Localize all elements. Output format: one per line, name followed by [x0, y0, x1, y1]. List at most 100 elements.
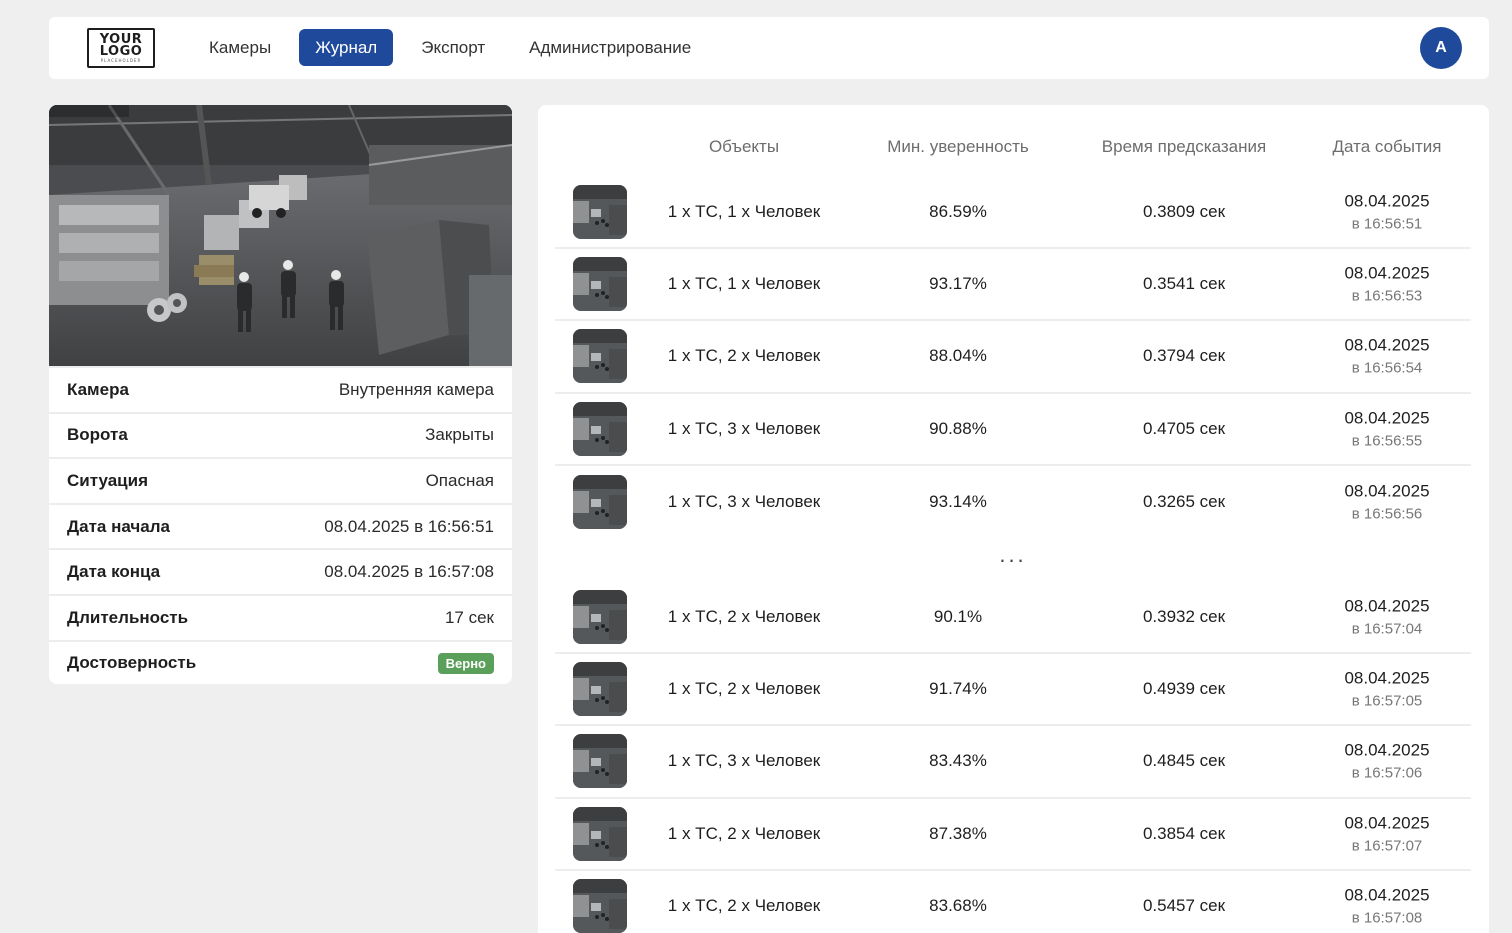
table-row[interactable]: 1 х ТС, 1 х Человек 93.17% 0.3541 сек 08.04… — [555, 249, 1471, 322]
table-row[interactable]: 1 х ТС, 3 х Человек 90.88% 0.4705 сек 08.04… — [555, 394, 1471, 466]
detection-thumbnail[interactable] — [573, 806, 627, 861]
logo-line-2: LOGO — [99, 44, 143, 59]
column-header-prediction-time[interactable]: Время предсказания — [1102, 137, 1266, 157]
event-date: 08.04.2025 — [1344, 596, 1430, 616]
cell-confidence: 91.74% — [929, 679, 987, 699]
detection-thumbnail[interactable] — [573, 590, 627, 645]
top-navbar: YOUR LOGO PLACEHOLDER Камеры Журнал Эксп… — [49, 17, 1489, 79]
info-row-situation: Ситуация Опасная — [49, 457, 512, 503]
table-ellipsis: ... — [555, 538, 1471, 582]
table-row[interactable]: 1 х ТС, 2 х Человек 91.74% 0.4939 сек 08.04… — [555, 654, 1471, 727]
info-value: Внутренняя камера — [338, 379, 494, 399]
cell-prediction-time: 0.4705 сек — [1142, 418, 1226, 438]
cell-event-date: 08.04.2025 в 16:56:56 — [1344, 481, 1429, 522]
event-time: в 16:56:54 — [1351, 359, 1423, 377]
info-label: Дата начала — [67, 516, 170, 536]
info-value: 08.04.2025 в 16:56:51 — [324, 516, 494, 536]
event-time: в 16:57:08 — [1351, 909, 1423, 927]
table-row[interactable]: 1 х ТС, 3 х Человек 93.14% 0.3265 сек 08.04… — [555, 466, 1471, 538]
logo[interactable]: YOUR LOGO PLACEHOLDER — [87, 28, 155, 68]
cell-objects: 1 х ТС, 2 х Человек — [667, 346, 821, 366]
cell-prediction-time: 0.3854 сек — [1142, 823, 1226, 843]
nav-item-export[interactable]: Экспорт — [405, 29, 501, 66]
event-date: 08.04.2025 — [1344, 740, 1430, 760]
event-date: 08.04.2025 — [1344, 408, 1430, 428]
user-avatar[interactable]: A — [1420, 27, 1462, 69]
info-row-end-date: Дата конца 08.04.2025 в 16:57:08 — [49, 548, 512, 594]
table-body: 1 х ТС, 1 х Человек 86.59% 0.3809 сек 08.04… — [555, 177, 1471, 933]
info-label: Камера — [67, 379, 129, 399]
detection-thumbnail[interactable] — [573, 474, 627, 529]
info-row-reliability: Достоверность Верно — [49, 639, 512, 684]
table-row[interactable]: 1 х ТС, 2 х Человек 83.68% 0.5457 сек 08.04… — [555, 871, 1471, 933]
cell-confidence: 88.04% — [929, 346, 987, 366]
camera-snapshot — [49, 105, 512, 366]
detection-thumbnail[interactable] — [573, 257, 627, 312]
cell-confidence: 93.14% — [929, 491, 987, 511]
cell-event-date: 08.04.2025 в 16:57:06 — [1344, 741, 1429, 782]
nav-item-admin[interactable]: Администрирование — [513, 29, 707, 66]
detection-thumbnail[interactable] — [573, 185, 627, 240]
cell-confidence: 90.1% — [933, 607, 983, 627]
cell-event-date: 08.04.2025 в 16:57:04 — [1344, 597, 1429, 638]
event-time: в 16:57:07 — [1351, 837, 1423, 855]
info-row-duration: Длительность 17 сек — [49, 593, 512, 640]
cell-prediction-time: 0.3932 сек — [1142, 607, 1226, 627]
cell-objects: 1 х ТС, 1 х Человек — [667, 202, 821, 222]
cell-prediction-time: 0.3541 сек — [1142, 274, 1226, 294]
column-header-objects[interactable]: Объекты — [709, 137, 779, 157]
cell-prediction-time: 0.5457 сек — [1142, 895, 1226, 915]
ellipsis-text: ... — [999, 541, 1027, 567]
detection-thumbnail[interactable] — [573, 329, 627, 384]
table-row[interactable]: 1 х ТС, 2 х Человек 90.1% 0.3932 сек 08.04.… — [555, 582, 1471, 655]
cell-prediction-time: 0.3265 сек — [1142, 491, 1226, 511]
event-date: 08.04.2025 — [1344, 335, 1430, 355]
info-label: Длительность — [67, 607, 189, 627]
cell-objects: 1 х ТС, 2 х Человек — [667, 823, 821, 843]
nav-item-cameras[interactable]: Камеры — [193, 29, 287, 66]
cell-confidence: 83.43% — [929, 751, 987, 771]
event-date: 08.04.2025 — [1344, 191, 1430, 211]
nav-item-journal[interactable]: Журнал — [299, 29, 394, 66]
info-value: Опасная — [425, 470, 494, 490]
event-time: в 16:57:06 — [1351, 764, 1423, 782]
event-date: 08.04.2025 — [1344, 813, 1430, 833]
event-date: 08.04.2025 — [1344, 263, 1430, 283]
cell-prediction-time: 0.3809 сек — [1142, 202, 1226, 222]
cell-confidence: 87.38% — [929, 823, 987, 843]
detection-thumbnail[interactable] — [573, 734, 627, 789]
detection-thumbnail[interactable] — [573, 401, 627, 456]
info-row-camera: Камера Внутренняя камера — [49, 366, 512, 412]
detection-thumbnail[interactable] — [573, 878, 627, 933]
table-row[interactable]: 1 х ТС, 2 х Человек 88.04% 0.3794 сек 08.04… — [555, 321, 1471, 394]
column-header-confidence[interactable]: Мин. уверенность — [887, 137, 1029, 157]
info-row-gate: Ворота Закрыты — [49, 411, 512, 458]
cell-confidence: 90.88% — [929, 418, 987, 438]
cell-event-date: 08.04.2025 в 16:56:53 — [1344, 264, 1429, 305]
info-label: Достоверность — [67, 653, 197, 673]
detection-thumbnail[interactable] — [573, 662, 627, 717]
event-details-card: Камера Внутренняя камера Ворота Закрыты … — [49, 105, 512, 684]
info-value: 17 сек — [444, 607, 494, 627]
table-row[interactable]: 1 х ТС, 3 х Человек 83.43% 0.4845 сек 08.04… — [555, 726, 1471, 799]
cell-objects: 1 х ТС, 1 х Человек — [667, 274, 821, 294]
table-row[interactable]: 1 х ТС, 2 х Человек 87.38% 0.3854 сек 08.04… — [555, 799, 1471, 871]
event-time: в 16:56:53 — [1351, 287, 1423, 305]
cell-event-date: 08.04.2025 в 16:56:54 — [1344, 336, 1429, 377]
cell-confidence: 83.68% — [929, 895, 987, 915]
info-value: Закрыты — [425, 425, 494, 445]
event-date: 08.04.2025 — [1344, 481, 1430, 501]
info-row-start-date: Дата начала 08.04.2025 в 16:56:51 — [49, 502, 512, 549]
cell-event-date: 08.04.2025 в 16:57:07 — [1344, 813, 1429, 854]
event-date: 08.04.2025 — [1344, 885, 1430, 905]
cell-objects: 1 х ТС, 3 х Человек — [667, 491, 821, 511]
cell-objects: 1 х ТС, 2 х Человек — [667, 679, 821, 699]
cell-confidence: 86.59% — [929, 202, 987, 222]
cell-event-date: 08.04.2025 в 16:57:05 — [1344, 669, 1429, 710]
event-time: в 16:56:55 — [1351, 432, 1423, 450]
cell-objects: 1 х ТС, 3 х Человек — [667, 418, 821, 438]
cell-objects: 1 х ТС, 2 х Человек — [667, 895, 821, 915]
table-row[interactable]: 1 х ТС, 1 х Человек 86.59% 0.3809 сек 08.04… — [555, 177, 1471, 250]
event-time: в 16:57:05 — [1351, 692, 1423, 710]
column-header-event-date[interactable]: Дата события — [1333, 137, 1442, 157]
